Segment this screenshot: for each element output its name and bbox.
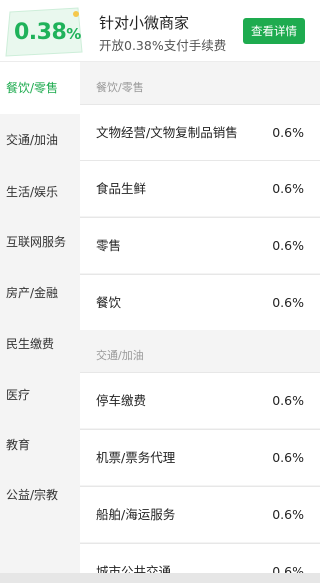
item-name: 零售 — [96, 238, 122, 253]
sidebar-item-charity-religion[interactable]: 公益/宗教 — [0, 469, 80, 521]
item-rate: 0.6% — [272, 450, 304, 465]
item-rate: 0.6% — [272, 181, 304, 196]
item-name: 文物经营/文物复制品销售 — [96, 125, 238, 140]
sidebar-item-internet-services[interactable]: 互联网服务 — [0, 216, 80, 268]
rate-badge: 0.38% — [4, 6, 84, 58]
bottom-bar — [0, 573, 320, 583]
rate-list: 餐饮/零售 文物经营/文物复制品销售 0.6% 食品生鲜 0.6% 零售 0.6… — [80, 62, 320, 583]
item-name: 餐饮 — [96, 295, 122, 310]
item-rate: 0.6% — [272, 393, 304, 408]
sidebar-item-medical[interactable]: 医疗 — [0, 369, 80, 421]
section-title: 交通/加油 — [96, 349, 144, 362]
item-rate: 0.6% — [272, 507, 304, 522]
banner-subtitle: 开放0.38%支付手续费 — [99, 38, 227, 53]
list-item: 机票/票务代理 0.6% — [80, 429, 320, 485]
list-item: 船舶/海运服务 0.6% — [80, 486, 320, 542]
list-item: 食品生鲜 0.6% — [80, 160, 320, 216]
sidebar-item-realestate-finance[interactable]: 房产/金融 — [0, 267, 80, 319]
rate-unit: % — [66, 25, 81, 43]
item-rate: 0.6% — [272, 125, 304, 140]
sidebar-item-life-entertainment[interactable]: 生活/娱乐 — [0, 166, 80, 218]
sidebar-item-education[interactable]: 教育 — [0, 419, 80, 471]
item-name: 食品生鲜 — [96, 181, 147, 196]
rate-value: 0.38 — [14, 20, 67, 45]
sidebar-item-catering-retail[interactable]: 餐饮/零售 — [0, 62, 80, 114]
list-item: 零售 0.6% — [80, 217, 320, 273]
category-sidebar: 餐饮/零售 交通/加油 生活/娱乐 互联网服务 房产/金融 民生缴费 医疗 教育… — [0, 62, 80, 583]
item-rate: 0.6% — [272, 295, 304, 310]
sidebar-item-transport-fuel[interactable]: 交通/加油 — [0, 114, 80, 166]
list-item: 文物经营/文物复制品销售 0.6% — [80, 104, 320, 160]
list-item: 餐饮 0.6% — [80, 274, 320, 330]
item-name: 机票/票务代理 — [96, 450, 176, 465]
sidebar-item-utility-payment[interactable]: 民生缴费 — [0, 318, 80, 370]
item-rate: 0.6% — [272, 238, 304, 253]
section-title: 餐饮/零售 — [96, 81, 144, 94]
fee-rate-page: 0.38% 针对小微商家 开放0.38%支付手续费 查看详情 餐饮/零售 交通/… — [0, 0, 320, 583]
promo-banner: 0.38% 针对小微商家 开放0.38%支付手续费 查看详情 — [0, 0, 320, 62]
item-name: 停车缴费 — [96, 393, 147, 408]
view-details-button[interactable]: 查看详情 — [243, 18, 305, 44]
banner-title: 针对小微商家 — [99, 14, 190, 32]
item-name: 船舶/海运服务 — [96, 507, 176, 522]
list-item: 停车缴费 0.6% — [80, 372, 320, 428]
